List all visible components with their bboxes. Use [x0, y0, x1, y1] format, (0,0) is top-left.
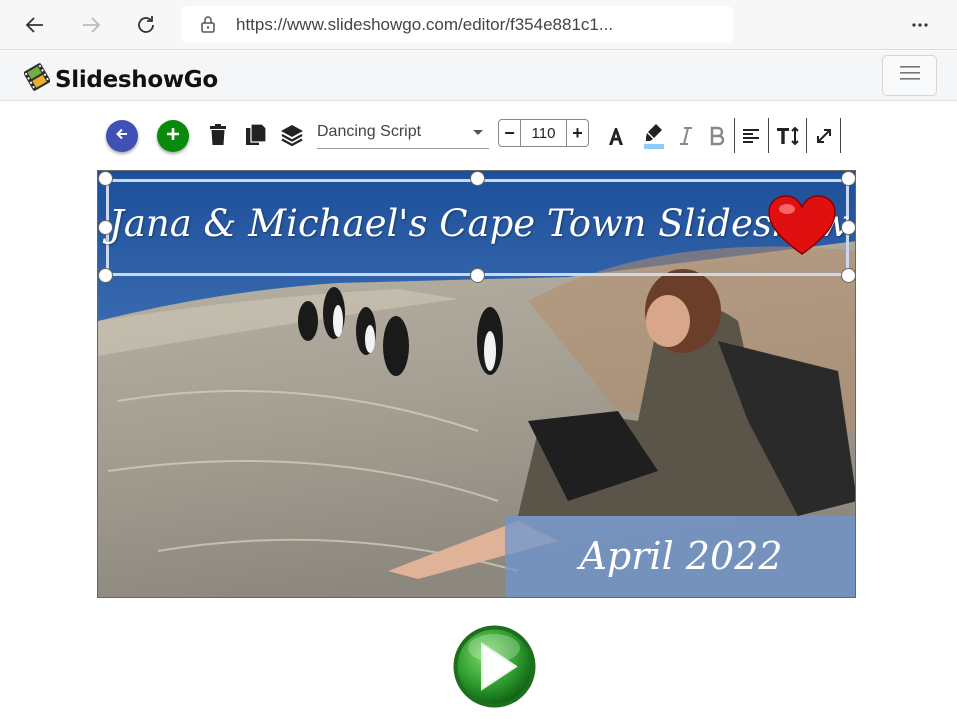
resize-handle-sw[interactable] — [98, 268, 113, 283]
highlight-icon[interactable] — [640, 121, 668, 151]
address-bar[interactable]: https://www.slideshowgo.com/editor/f354e… — [181, 6, 733, 43]
chevron-down-icon — [473, 130, 483, 135]
add-icon — [165, 126, 181, 147]
expand-icon[interactable] — [812, 123, 836, 149]
resize-handle-nw[interactable] — [98, 171, 113, 186]
browser-toolbar: https://www.slideshowgo.com/editor/f354e… — [0, 0, 957, 50]
text-color-icon[interactable] — [604, 123, 628, 149]
toolbar-divider — [768, 118, 769, 153]
back-arrow-icon[interactable] — [19, 9, 51, 41]
delete-icon[interactable] — [206, 122, 230, 148]
text-size-icon[interactable] — [775, 123, 801, 149]
copy-icon[interactable] — [244, 122, 268, 148]
brand-logo[interactable]: SlideshowGo — [23, 63, 218, 96]
font-size-value[interactable]: 110 — [521, 125, 566, 142]
italic-icon[interactable] — [676, 123, 696, 149]
font-size-stepper[interactable]: − 110 + — [498, 119, 589, 147]
increase-size-button[interactable]: + — [566, 120, 588, 146]
date-text-box[interactable]: April 2022 — [505, 516, 855, 597]
film-icon — [23, 63, 51, 96]
resize-handle-e[interactable] — [841, 220, 855, 235]
more-icon[interactable] — [904, 9, 936, 41]
layers-icon[interactable] — [279, 123, 305, 147]
lock-icon — [200, 15, 216, 38]
resize-handle-n[interactable] — [470, 171, 485, 186]
back-button[interactable] — [106, 120, 138, 152]
resize-handle-s[interactable] — [470, 268, 485, 283]
play-button[interactable] — [452, 624, 537, 709]
forward-arrow-icon[interactable] — [75, 9, 107, 41]
reload-icon[interactable] — [130, 9, 162, 41]
bold-icon[interactable] — [706, 123, 728, 149]
hamburger-icon — [899, 65, 920, 86]
resize-handle-se[interactable] — [841, 268, 855, 283]
toolbar-divider — [840, 118, 841, 153]
font-family-value: Dancing Script — [317, 123, 422, 140]
font-family-select[interactable]: Dancing Script — [317, 121, 489, 149]
slide-title[interactable]: Jana & Michael's Cape Town Slideshow — [109, 202, 850, 245]
menu-toggle-button[interactable] — [882, 55, 937, 96]
back-icon — [114, 126, 130, 147]
heart-icon[interactable] — [767, 194, 837, 263]
slide-canvas[interactable]: Jana & Michael's Cape Town Slideshow Apr… — [97, 170, 856, 598]
toolbar-divider — [806, 118, 807, 153]
add-button[interactable] — [157, 120, 189, 152]
decrease-size-button[interactable]: − — [499, 120, 521, 146]
url-text: https://www.slideshowgo.com/editor/f354e… — [236, 15, 614, 34]
toolbar-divider — [734, 118, 735, 153]
resize-handle-ne[interactable] — [841, 171, 855, 186]
title-text-box[interactable]: Jana & Michael's Cape Town Slideshow — [106, 179, 850, 276]
resize-handle-w[interactable] — [98, 220, 113, 235]
play-icon — [452, 625, 537, 713]
editor-toolbar: Dancing Script − 110 + — [0, 113, 957, 158]
slide-date[interactable]: April 2022 — [505, 534, 855, 578]
align-left-icon[interactable] — [740, 123, 762, 149]
brand-name: SlideshowGo — [55, 66, 218, 93]
app-header: SlideshowGo — [0, 51, 957, 101]
